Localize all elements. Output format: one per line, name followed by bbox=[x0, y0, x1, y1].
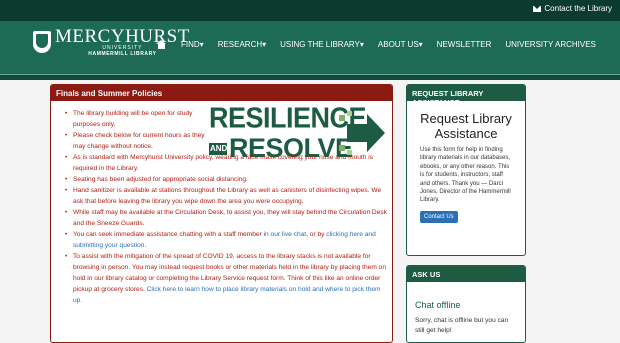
policies-heading: Finals and Summer Policies bbox=[51, 85, 392, 101]
chat-status: Chat offline bbox=[415, 300, 461, 310]
header-stripe bbox=[0, 74, 620, 80]
live-chat-link[interactable]: in our live chat bbox=[264, 231, 307, 238]
logo-library: HAMMERMILL LIBRARY bbox=[88, 51, 157, 57]
assistance-text: Use this form for help in finding librar… bbox=[420, 147, 511, 204]
nav-research[interactable]: RESEARCH▾ bbox=[218, 40, 266, 49]
ask-us-panel: ASK US Chat offline Sorry, chat is offli… bbox=[406, 265, 526, 343]
chat-offline-text: Sorry, chat is offline but you can still… bbox=[415, 317, 509, 334]
assistance-panel: REQUEST LIBRARY ASSISTANCE Request Libra… bbox=[406, 84, 526, 256]
nav-newsletter[interactable]: NEWSLETTER bbox=[437, 40, 492, 49]
policy-list: The library building will be open for st… bbox=[59, 108, 389, 306]
nav-using-library[interactable]: USING THE LIBRARY▾ bbox=[280, 40, 364, 49]
list-item: Seating has been adjusted for appropriat… bbox=[59, 174, 389, 185]
nav-about[interactable]: ABOUT US▾ bbox=[378, 40, 423, 49]
contact-label: Contact the Library bbox=[544, 4, 612, 13]
list-item: As is standard with Mercyhurst Universit… bbox=[59, 152, 389, 174]
top-bar: Contact the Library bbox=[0, 0, 620, 21]
main-nav: FIND▾ RESEARCH▾ USING THE LIBRARY▾ ABOUT… bbox=[156, 40, 610, 49]
list-item: To assist with the mitigation of the spr… bbox=[59, 251, 389, 306]
list-item: Please check below for current hours as … bbox=[59, 130, 389, 152]
contact-us-button[interactable]: Contact Us bbox=[420, 210, 458, 223]
policies-panel: Finals and Summer Policies RESILIENCE AN… bbox=[50, 84, 393, 343]
list-item: The library building will be open for st… bbox=[59, 108, 389, 130]
envelope-icon bbox=[533, 5, 542, 12]
list-item: You can seek immediate assistance chatti… bbox=[59, 229, 389, 251]
list-item: While staff may be available at the Circ… bbox=[59, 207, 389, 229]
assistance-heading: REQUEST LIBRARY ASSISTANCE bbox=[407, 85, 525, 107]
contact-link[interactable]: Contact the Library bbox=[533, 4, 612, 13]
shield-icon bbox=[33, 31, 51, 53]
home-icon[interactable] bbox=[156, 40, 167, 49]
ask-us-heading: ASK US bbox=[407, 266, 525, 282]
list-item: Hand sanitizer is available at stations … bbox=[59, 185, 389, 207]
assistance-title: Request Library Assistance bbox=[420, 111, 512, 141]
nav-archives[interactable]: UNIVERSITY ARCHIVES bbox=[505, 40, 596, 49]
nav-find[interactable]: FIND▾ bbox=[181, 40, 204, 49]
